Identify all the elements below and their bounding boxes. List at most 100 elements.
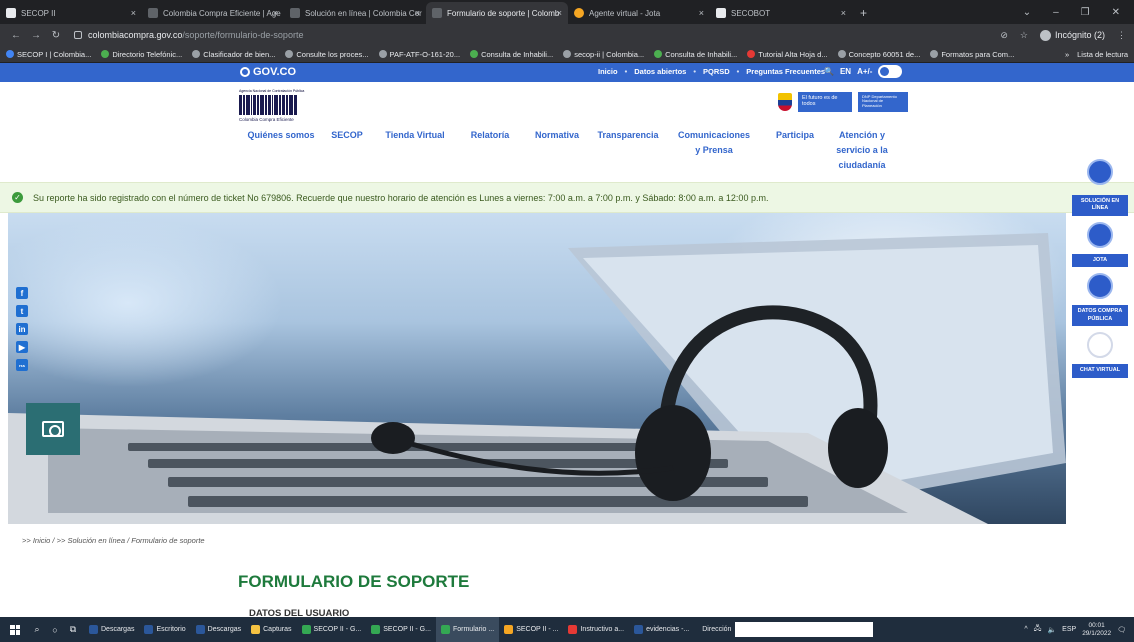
- back-button[interactable]: ←: [8, 30, 24, 41]
- cce-logo[interactable]: Agencia Nacional de Contratación Pública…: [239, 89, 313, 125]
- bookmark-item[interactable]: Concepto 60051 de...: [837, 50, 920, 59]
- jota-button[interactable]: JOTA: [1072, 253, 1128, 268]
- tab-label: SECOP II: [21, 8, 56, 18]
- nav-item[interactable]: Normativa: [523, 128, 591, 173]
- gov-link-faq[interactable]: Preguntas Frecuentes: [746, 67, 825, 76]
- browser-tab[interactable]: Formulario de soporte | Colomb ×: [426, 2, 568, 24]
- gov-link-datos-abiertos[interactable]: Datos abiertos: [634, 67, 686, 76]
- datos-compra-button[interactable]: DATOS COMPRA PÚBLICA: [1072, 305, 1128, 327]
- address-bar[interactable]: colombiacompra.gov.co /soporte/formulari…: [74, 30, 1000, 40]
- tray-chevron-icon[interactable]: ^: [1024, 626, 1027, 633]
- nav-item[interactable]: Participa: [763, 128, 827, 173]
- new-tab-button[interactable]: +: [852, 2, 875, 24]
- taskbar-item[interactable]: evidencias -...: [629, 617, 694, 642]
- tracking-icon[interactable]: ⊘: [1000, 30, 1008, 41]
- rss-icon[interactable]: rss: [16, 359, 28, 371]
- bookmark-item[interactable]: SECOP I | Colombia...: [6, 50, 91, 59]
- browser-tab[interactable]: Solución en línea | Colombia Cor ×: [284, 2, 426, 24]
- taskbar-item[interactable]: SECOP II - G...: [297, 617, 367, 642]
- bookmark-item[interactable]: Directorio Telefónic...: [101, 50, 182, 59]
- bookmark-favicon-icon: [837, 50, 846, 58]
- minimize-button[interactable]: –: [1053, 7, 1059, 18]
- app-icon: [301, 625, 311, 634]
- nav-item[interactable]: Quiénes somos: [241, 128, 321, 173]
- search-icon[interactable]: 🔍: [824, 67, 834, 76]
- taskbar-item[interactable]: SECOP II - G...: [366, 617, 436, 642]
- bookmark-label: Consulte los proces...: [296, 49, 369, 59]
- tab-close-icon[interactable]: ×: [273, 8, 278, 18]
- gov-link-pqrsd[interactable]: PQRSD: [703, 67, 730, 76]
- tab-close-icon[interactable]: ×: [131, 8, 136, 18]
- dnp-logo[interactable]: El futuro es de todos DNP Departamento N…: [778, 92, 908, 112]
- bookmark-item[interactable]: Consulte los proces...: [285, 49, 369, 59]
- bookmark-item[interactable]: Clasificador de bien...: [192, 50, 275, 59]
- taskbar-item[interactable]: Descargas: [84, 617, 139, 642]
- bookmark-item[interactable]: PAF-ATF-O-161-20...: [378, 50, 460, 59]
- support-chat-button[interactable]: [26, 403, 80, 455]
- tab-close-icon[interactable]: ×: [841, 8, 846, 18]
- app-icon: [634, 625, 644, 634]
- bookmark-star-icon[interactable]: ☆: [1020, 30, 1028, 41]
- taskbar-item[interactable]: Instructivo a...: [563, 617, 629, 642]
- browser-tab[interactable]: Agente virtual - Jota ×: [568, 2, 710, 24]
- bookmark-item[interactable]: Formatos para Com...: [930, 50, 1014, 59]
- bookmark-item[interactable]: Consulta de Inhabili...: [654, 50, 737, 59]
- bookmark-item[interactable]: secop-ii | Colombia...: [563, 50, 644, 59]
- taskbar-item[interactable]: Descargas: [191, 617, 246, 642]
- jota-icon[interactable]: [1087, 221, 1113, 248]
- address-toolbar-input[interactable]: [735, 622, 874, 637]
- search-icon[interactable]: ⌕: [30, 624, 44, 635]
- cortana-icon[interactable]: ○: [48, 625, 62, 635]
- taskbar-item[interactable]: SECOP II - ...: [499, 617, 563, 642]
- menu-icon[interactable]: ⋮: [1117, 30, 1126, 41]
- gov-logo[interactable]: GOV.CO: [240, 66, 296, 78]
- reload-button[interactable]: ↻: [48, 30, 64, 41]
- nav-item[interactable]: Atención y servicio a la ciudadanía: [827, 128, 897, 173]
- taskbar-item[interactable]: Escritorio: [139, 617, 190, 642]
- nav-item[interactable]: Comunicaciones y Prensa: [665, 128, 763, 173]
- incognito-button[interactable]: Incógnito (2): [1039, 29, 1105, 41]
- input-language[interactable]: ESP: [1062, 626, 1076, 633]
- taskbar-item[interactable]: Formulario ...: [435, 617, 500, 642]
- nav-item[interactable]: Tienda Virtual: [373, 128, 457, 173]
- task-view-icon[interactable]: ⧉: [66, 624, 80, 635]
- bookmark-item[interactable]: Consulta de Inhabili...: [470, 50, 553, 59]
- nav-item[interactable]: Relatoría: [457, 128, 523, 173]
- chat-virtual-button[interactable]: CHAT VIRTUAL: [1072, 364, 1128, 378]
- datos-compra-icon[interactable]: [1087, 273, 1113, 300]
- browser-tab[interactable]: SECOBOT ×: [710, 2, 852, 24]
- volume-icon[interactable]: 🔈: [1047, 626, 1056, 634]
- twitter-icon[interactable]: t: [16, 305, 28, 317]
- tab-close-icon[interactable]: ×: [415, 8, 420, 18]
- language-button[interactable]: EN: [840, 67, 851, 76]
- solucion-en-linea-icon[interactable]: [1087, 159, 1113, 185]
- contrast-toggle[interactable]: [878, 65, 903, 78]
- bookmarks-more-button[interactable]: »: [1065, 50, 1069, 59]
- forward-button[interactable]: →: [28, 30, 44, 41]
- network-icon[interactable]: 🖧: [1034, 624, 1042, 635]
- breadcrumb[interactable]: >> Inicio / >> Solución en línea / Formu…: [22, 536, 205, 545]
- web-page: GOV.CO Inicio • Datos abiertos • PQRSD •…: [0, 63, 1134, 617]
- chat-virtual-icon[interactable]: [1087, 332, 1113, 359]
- windows-start-icon[interactable]: [10, 624, 20, 635]
- solucion-en-linea-button[interactable]: SOLUCIÓN EN LÍNEA: [1072, 195, 1128, 216]
- tab-close-icon[interactable]: ×: [699, 8, 704, 18]
- browser-tab[interactable]: SECOP II ×: [0, 2, 142, 24]
- notifications-icon[interactable]: 🗨: [1117, 626, 1126, 634]
- clock[interactable]: 00:01 29/1/2022: [1082, 622, 1111, 638]
- tab-close-icon[interactable]: ×: [557, 8, 562, 18]
- tab-search-icon[interactable]: ⌄: [1023, 7, 1031, 18]
- nav-item[interactable]: Transparencia: [591, 128, 665, 173]
- linkedin-icon[interactable]: in: [16, 323, 28, 335]
- browser-tab[interactable]: Colombia Compra Eficiente | Age ×: [142, 2, 284, 24]
- nav-item[interactable]: SECOP: [321, 128, 373, 173]
- gov-link-inicio[interactable]: Inicio: [598, 67, 618, 76]
- youtube-icon[interactable]: ▶: [16, 341, 28, 353]
- reading-list-button[interactable]: Lista de lectura: [1077, 50, 1128, 59]
- taskbar-item[interactable]: Capturas: [246, 617, 296, 642]
- close-window-button[interactable]: ✕: [1112, 7, 1120, 18]
- contrast-label[interactable]: A+/-: [857, 67, 872, 76]
- restore-button[interactable]: ❐: [1081, 7, 1090, 18]
- bookmark-item[interactable]: Tutorial Alta Hoja d...: [747, 50, 828, 59]
- facebook-icon[interactable]: f: [16, 287, 28, 299]
